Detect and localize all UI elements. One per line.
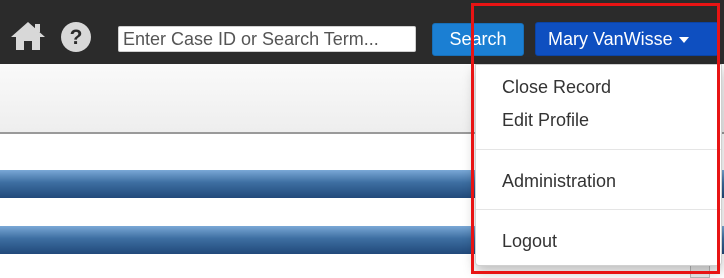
home-button[interactable]: [10, 21, 46, 51]
menu-item-logout[interactable]: Logout: [502, 231, 557, 252]
user-dropdown-menu: Close Record Edit Profile Administration…: [475, 64, 722, 266]
user-name-label: Mary VanWisse: [548, 29, 673, 49]
caret-down-icon: [678, 37, 689, 44]
menu-divider: [476, 149, 721, 150]
search-button[interactable]: Search: [432, 23, 524, 56]
question-circle-icon: ?: [61, 22, 91, 52]
home-icon: [11, 22, 45, 50]
svg-text:?: ?: [70, 26, 83, 49]
menu-divider: [476, 209, 721, 210]
top-navbar: ? Search Mary VanWisse: [0, 0, 724, 64]
search-input[interactable]: [118, 26, 416, 52]
user-menu-button[interactable]: Mary VanWisse: [535, 22, 719, 56]
menu-item-close-record[interactable]: Close Record: [502, 77, 611, 98]
help-button[interactable]: ?: [60, 21, 92, 53]
menu-item-administration[interactable]: Administration: [502, 171, 616, 192]
menu-item-edit-profile[interactable]: Edit Profile: [502, 110, 589, 131]
